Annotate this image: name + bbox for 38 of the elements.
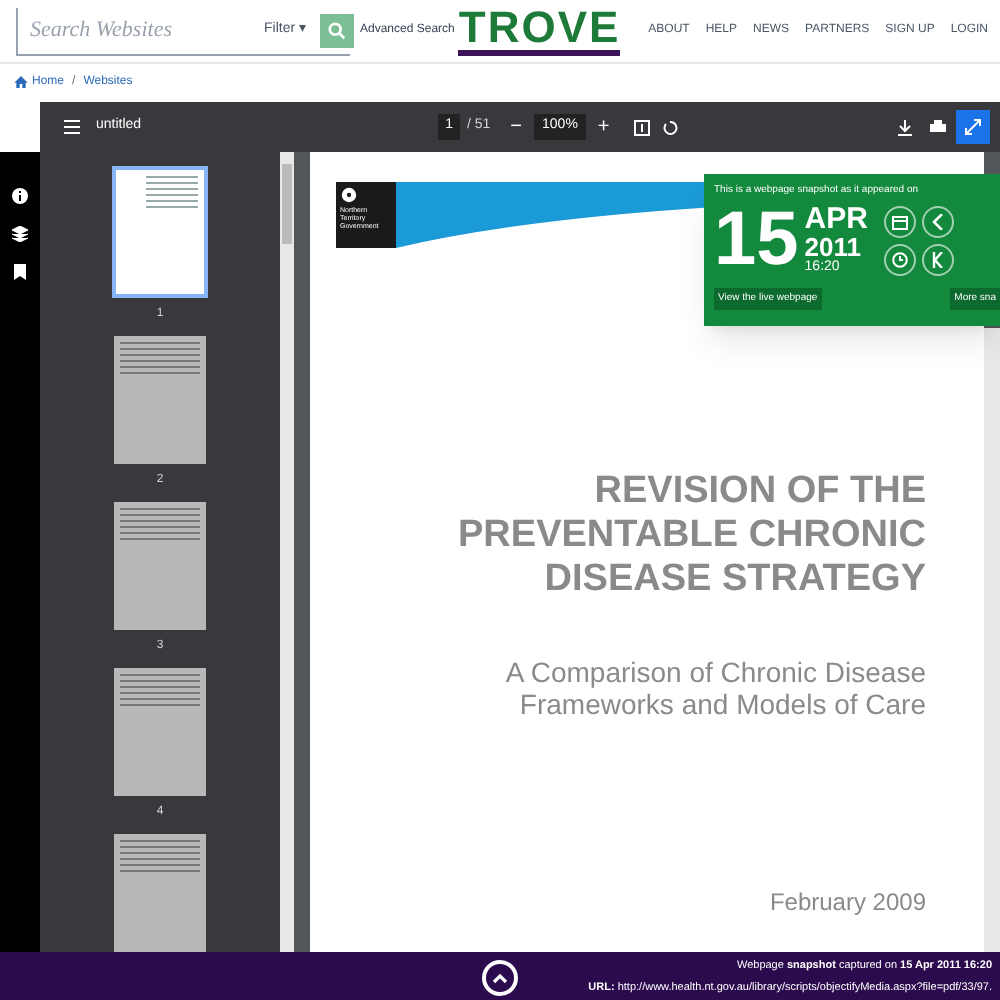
clock-button[interactable] <box>883 243 916 275</box>
bookmark-icon[interactable] <box>14 264 26 280</box>
home-icon <box>14 76 28 88</box>
chevron-left-icon <box>931 213 944 229</box>
scrollbar[interactable] <box>280 152 294 952</box>
expand-icon <box>964 118 982 136</box>
calendar-button[interactable] <box>883 205 916 237</box>
first-button[interactable] <box>921 243 954 275</box>
scroll-top-button[interactable] <box>482 960 518 996</box>
page-thumbnail[interactable] <box>112 166 208 298</box>
layers-icon[interactable] <box>12 226 28 242</box>
rotate-icon[interactable] <box>661 119 678 135</box>
page-thumbnail[interactable] <box>114 834 206 952</box>
menu-icon[interactable] <box>64 120 80 134</box>
first-page-icon <box>931 251 944 267</box>
page-thumbnail[interactable] <box>114 336 206 464</box>
fullscreen-button[interactable] <box>956 110 990 144</box>
zoom-out-button[interactable]: − <box>510 112 523 142</box>
document-date: February 2009 <box>767 886 926 920</box>
snapshot-month: APR <box>804 203 868 233</box>
trove-logo[interactable]: TROVE <box>458 6 621 56</box>
page-thumbnail[interactable] <box>114 502 206 630</box>
snapshot-year: 2011 <box>804 233 863 259</box>
zoom-in-button[interactable]: + <box>597 112 610 142</box>
fit-page-icon[interactable] <box>633 119 650 135</box>
print-icon[interactable] <box>930 120 946 134</box>
download-icon[interactable] <box>898 119 912 135</box>
search-icon <box>328 22 346 40</box>
snapshot-day: 15 <box>714 203 799 275</box>
calendar-icon <box>891 213 908 229</box>
page-thumbnail[interactable] <box>114 668 206 796</box>
document-subtitle: A Comparison of Chronic Disease Frameworks and Models of Care <box>503 656 926 720</box>
previous-button[interactable] <box>921 205 954 237</box>
document-heading: REVISION OF THE PREVENTABLE CHRONIC DISEASE STRATEGY <box>456 470 926 602</box>
clock-icon <box>891 251 908 267</box>
info-icon[interactable] <box>12 188 28 204</box>
chevron-up-icon <box>492 972 508 984</box>
scrollbar[interactable] <box>984 328 1000 952</box>
